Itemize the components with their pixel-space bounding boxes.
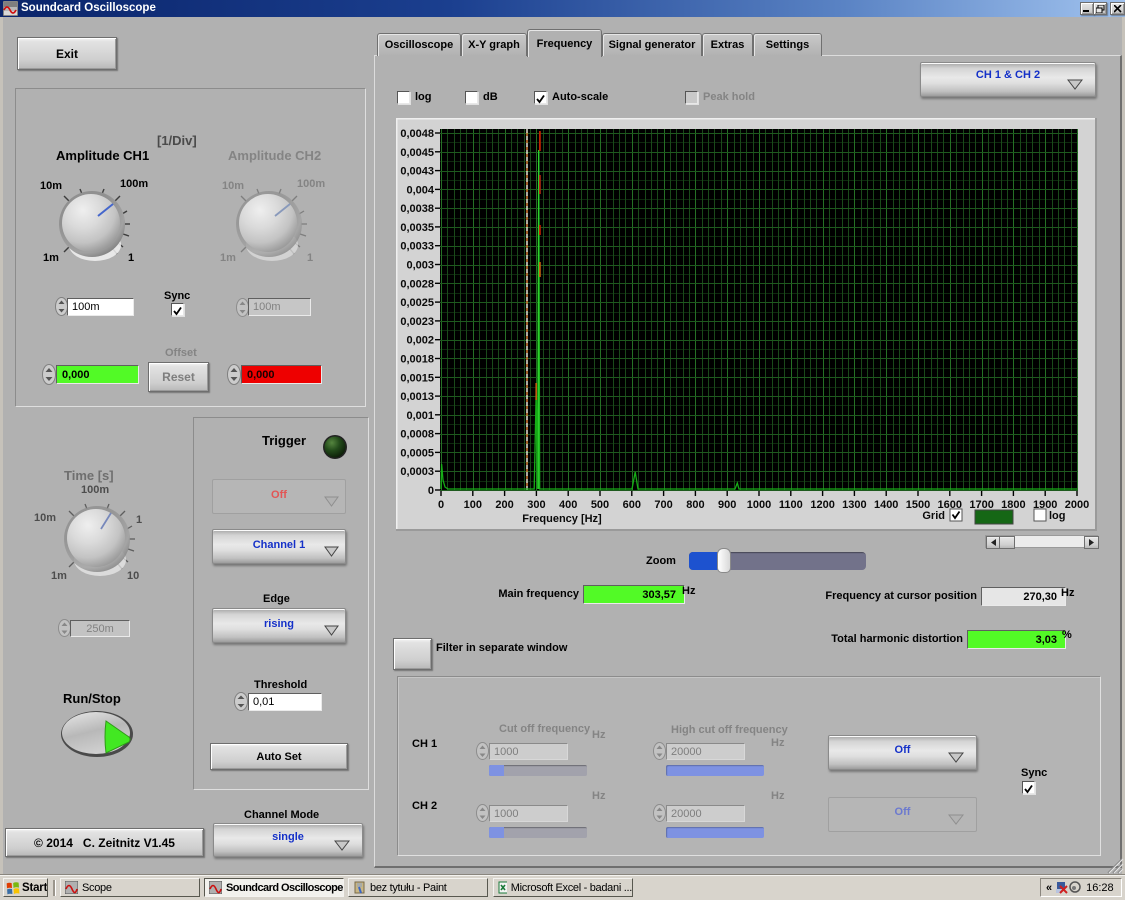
svg-text:0,0035: 0,0035 — [400, 222, 434, 234]
svg-text:1700: 1700 — [969, 499, 993, 511]
svg-text:0,0028: 0,0028 — [400, 278, 434, 290]
svg-text:0,0045: 0,0045 — [400, 147, 434, 159]
svg-text:0,003: 0,003 — [406, 260, 434, 272]
svg-text:0,004: 0,004 — [406, 184, 434, 196]
svg-text:700: 700 — [654, 499, 672, 511]
svg-text:0,001: 0,001 — [406, 410, 434, 422]
svg-text:800: 800 — [686, 499, 704, 511]
svg-text:0,0043: 0,0043 — [400, 166, 434, 178]
svg-text:1100: 1100 — [779, 499, 803, 511]
svg-text:0,0005: 0,0005 — [400, 447, 434, 459]
svg-text:2000: 2000 — [1065, 499, 1089, 511]
svg-text:0,0013: 0,0013 — [400, 391, 434, 403]
svg-text:100: 100 — [464, 499, 482, 511]
svg-text:0,0025: 0,0025 — [400, 297, 434, 309]
svg-text:200: 200 — [495, 499, 513, 511]
svg-text:900: 900 — [718, 499, 736, 511]
svg-text:0: 0 — [438, 499, 444, 511]
svg-text:0,0033: 0,0033 — [400, 241, 434, 253]
svg-text:0: 0 — [428, 485, 434, 497]
svg-text:0,0048: 0,0048 — [400, 128, 434, 140]
svg-text:500: 500 — [591, 499, 609, 511]
svg-text:0,0008: 0,0008 — [400, 429, 434, 441]
svg-text:Frequency [Hz]: Frequency [Hz] — [522, 513, 602, 525]
svg-text:0,0038: 0,0038 — [400, 203, 434, 215]
svg-text:1200: 1200 — [810, 499, 834, 511]
svg-text:0,0003: 0,0003 — [400, 466, 434, 478]
svg-text:0,002: 0,002 — [406, 335, 434, 347]
svg-text:1400: 1400 — [874, 499, 898, 511]
svg-text:1800: 1800 — [1001, 499, 1025, 511]
svg-text:log: log — [1049, 510, 1066, 522]
svg-text:300: 300 — [527, 499, 545, 511]
svg-text:0,0015: 0,0015 — [400, 372, 434, 384]
svg-text:400: 400 — [559, 499, 577, 511]
svg-text:1000: 1000 — [747, 499, 771, 511]
svg-text:600: 600 — [623, 499, 641, 511]
svg-text:0,0023: 0,0023 — [400, 316, 434, 328]
svg-text:0,0018: 0,0018 — [400, 354, 434, 366]
svg-text:1300: 1300 — [842, 499, 866, 511]
svg-text:Grid: Grid — [922, 510, 945, 522]
